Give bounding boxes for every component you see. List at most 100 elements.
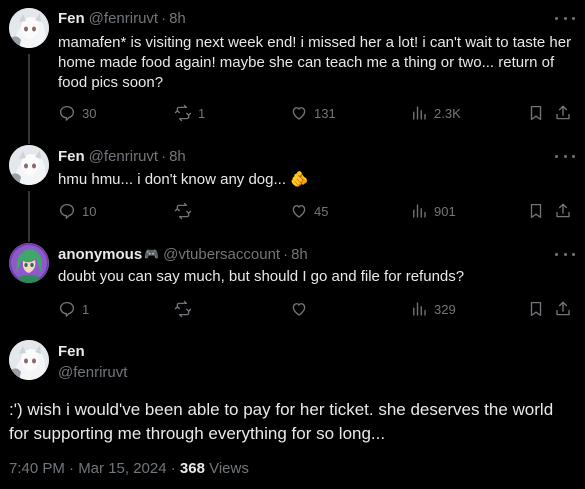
username[interactable]: @vtubersaccount (163, 246, 280, 263)
tweet-actions: 1 329 (58, 299, 578, 319)
more-dot-icon (563, 16, 567, 20)
more-dot-icon (572, 16, 575, 20)
fen-avatar-icon (9, 8, 49, 48)
fen-avatar-icon (9, 145, 49, 185)
share-button[interactable] (554, 201, 572, 221)
username[interactable]: @fenriruvt (89, 148, 158, 165)
more-options-button[interactable] (555, 151, 575, 161)
reply-count: 1 (82, 301, 90, 317)
tweet-actions: 10 45 901 (58, 201, 578, 221)
display-name[interactable]: Fen (58, 10, 85, 27)
share-icon (556, 105, 570, 120)
reply-icon (59, 301, 75, 317)
more-dot-icon (555, 154, 558, 158)
retweet-button[interactable] (174, 201, 198, 221)
bookmark-button[interactable] (527, 103, 545, 123)
display-name[interactable]: Fen (58, 343, 85, 360)
username[interactable]: @fenriruvt (89, 10, 158, 27)
tweet-header: Fen @fenriruvt · 8h (58, 9, 186, 27)
tweet-meta: 7:40 PM · Mar 15, 2024 · 368 Views (9, 460, 249, 477)
bookmark-icon (530, 203, 542, 219)
avatar[interactable] (9, 340, 49, 380)
more-dot-icon (555, 16, 558, 20)
bookmark-icon (530, 301, 542, 317)
username[interactable]: @fenriruvt (58, 364, 127, 381)
share-button[interactable] (554, 103, 572, 123)
like-count: 45 (314, 203, 329, 219)
thread-line (28, 191, 30, 235)
reply-button[interactable]: 1 (58, 299, 89, 319)
avatar[interactable] (9, 8, 49, 48)
reply-button[interactable]: 30 (58, 103, 96, 123)
tweet-header: anonymous 🎮 @vtubersaccount · 8h (58, 245, 308, 263)
tweet-text: :') wish i would've been able to pay for… (9, 400, 554, 443)
more-dot-icon (563, 154, 567, 158)
tweet-text: doubt you can say much, but should I go … (58, 268, 465, 285)
tweet-actions: 30 1 131 2.3K (58, 103, 578, 123)
retweet-button[interactable]: 1 (174, 103, 205, 123)
thread-line (28, 235, 30, 242)
views-count: 2.3K (434, 105, 461, 121)
reply-button[interactable]: 10 (58, 201, 96, 221)
tweet-header: Fen @fenriruvt · 8h (58, 147, 186, 165)
views-count: 329 (434, 301, 456, 317)
tweet-2[interactable]: Fen @fenriruvt · 8h hmu hmu... i don't k… (0, 135, 585, 235)
heart-icon (292, 205, 306, 218)
timestamp[interactable]: 8h (291, 246, 308, 263)
separator: · (161, 147, 167, 165)
reply-icon (59, 105, 75, 121)
separator: · (283, 245, 289, 263)
bookmark-icon (530, 105, 542, 121)
views-count: 901 (434, 203, 456, 219)
like-button[interactable] (290, 299, 314, 319)
anonymous-avatar-icon (9, 243, 49, 283)
share-button[interactable] (554, 299, 572, 319)
avatar[interactable] (9, 243, 49, 283)
retweet-icon (174, 300, 192, 318)
heart-icon (292, 303, 306, 316)
like-count: 131 (314, 105, 336, 121)
like-button[interactable]: 131 (290, 103, 336, 123)
views-button[interactable]: 2.3K (410, 103, 461, 123)
tweet-1[interactable]: Fen @fenriruvt · 8h mamafen* is visiting… (0, 0, 585, 135)
more-dot-icon (555, 252, 558, 256)
gamepad-icon: 🎮 (144, 247, 160, 261)
reply-icon (59, 203, 75, 219)
more-options-button[interactable] (555, 249, 575, 259)
views-button[interactable]: 329 (410, 299, 456, 319)
timestamp[interactable]: 8h (169, 10, 186, 27)
avatar[interactable] (9, 145, 49, 185)
views-count: 368 (179, 460, 205, 477)
thread-line (28, 54, 30, 135)
views-button[interactable]: 901 (410, 201, 456, 221)
reply-count: 30 (82, 105, 97, 121)
heart-icon (292, 107, 306, 120)
retweet-icon (174, 104, 192, 122)
reply-count: 10 (82, 203, 97, 219)
more-dot-icon (572, 252, 575, 256)
tweet-3[interactable]: anonymous 🎮 @vtubersaccount · 8h doubt y… (0, 235, 585, 335)
display-name[interactable]: Fen (58, 148, 85, 165)
share-icon (556, 203, 570, 218)
more-dot-icon (563, 252, 567, 256)
timestamp[interactable]: 8h (169, 148, 186, 165)
fen-avatar-icon (9, 340, 49, 380)
analytics-icon (413, 106, 426, 120)
tweet-text: hmu hmu... i don't know any dog... 🫵 (58, 171, 309, 188)
retweet-icon (174, 202, 192, 220)
display-name[interactable]: anonymous (58, 246, 142, 263)
tweet-text: mamafen* is visiting next week end! i mi… (58, 34, 572, 91)
timestamp[interactable]: 7:40 PM · Mar 15, 2024 · (9, 460, 180, 477)
retweet-count: 1 (198, 105, 206, 121)
bookmark-button[interactable] (527, 299, 545, 319)
bookmark-button[interactable] (527, 201, 545, 221)
analytics-icon (413, 204, 426, 218)
analytics-icon (413, 302, 426, 316)
separator: · (161, 9, 167, 27)
more-options-button[interactable] (555, 13, 575, 23)
retweet-button[interactable] (174, 299, 198, 319)
like-button[interactable]: 45 (290, 201, 328, 221)
views-label: Views (204, 460, 249, 477)
more-dot-icon (572, 154, 575, 158)
thread-line (28, 135, 30, 144)
